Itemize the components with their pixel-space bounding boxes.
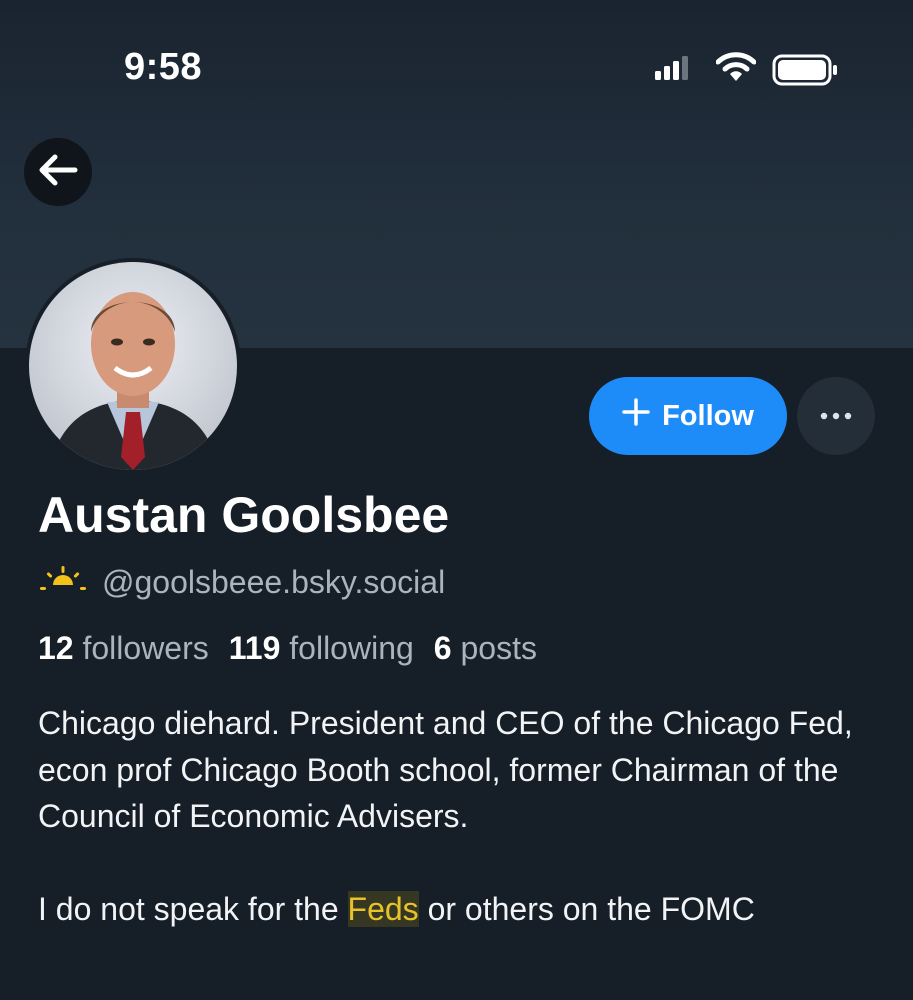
status-time: 9:58 (124, 46, 203, 88)
display-name: Austan Goolsbee (38, 487, 450, 543)
follow-button[interactable]: Follow (589, 377, 787, 455)
status-bar: 9:58 (0, 0, 913, 130)
bio-text: or others on the FOMC (418, 891, 755, 927)
cellular-signal-icon (655, 56, 689, 85)
sunrise-icon (38, 563, 88, 601)
ellipsis-icon (820, 407, 852, 425)
following-label: following (289, 630, 414, 666)
followers-label: followers (82, 630, 209, 666)
posts-label: posts (460, 630, 537, 666)
following-stat[interactable]: 119 following (229, 630, 414, 666)
plus-icon (622, 398, 650, 434)
avatar-photo (29, 262, 237, 470)
bio-paragraph: Chicago diehard. President and CEO of th… (38, 705, 853, 834)
more-options-button[interactable] (797, 377, 875, 455)
bio-text: I do not speak for the (38, 891, 348, 927)
followers-stat[interactable]: 12 followers (38, 630, 209, 666)
highlighted-text: Feds (347, 891, 419, 927)
profile-stats: 12 followers 119 following 6 posts (38, 630, 537, 667)
posts-stat: 6 posts (434, 630, 537, 666)
posts-count: 6 (433, 630, 452, 666)
battery-icon (772, 54, 838, 91)
following-count: 119 (228, 630, 281, 666)
handle[interactable]: @goolsbeee.bsky.social (102, 564, 445, 601)
arrow-left-icon (37, 153, 79, 192)
avatar[interactable] (25, 258, 241, 474)
back-button[interactable] (24, 138, 92, 206)
bio-paragraph: I do not speak for the Feds or others on… (38, 886, 898, 933)
follow-label: Follow (662, 399, 754, 432)
followers-count: 12 (38, 630, 74, 666)
handle-row: @goolsbeee.bsky.social (38, 562, 445, 602)
profile-bio: Chicago diehard. President and CEO of th… (38, 700, 898, 933)
wifi-icon (715, 52, 757, 87)
